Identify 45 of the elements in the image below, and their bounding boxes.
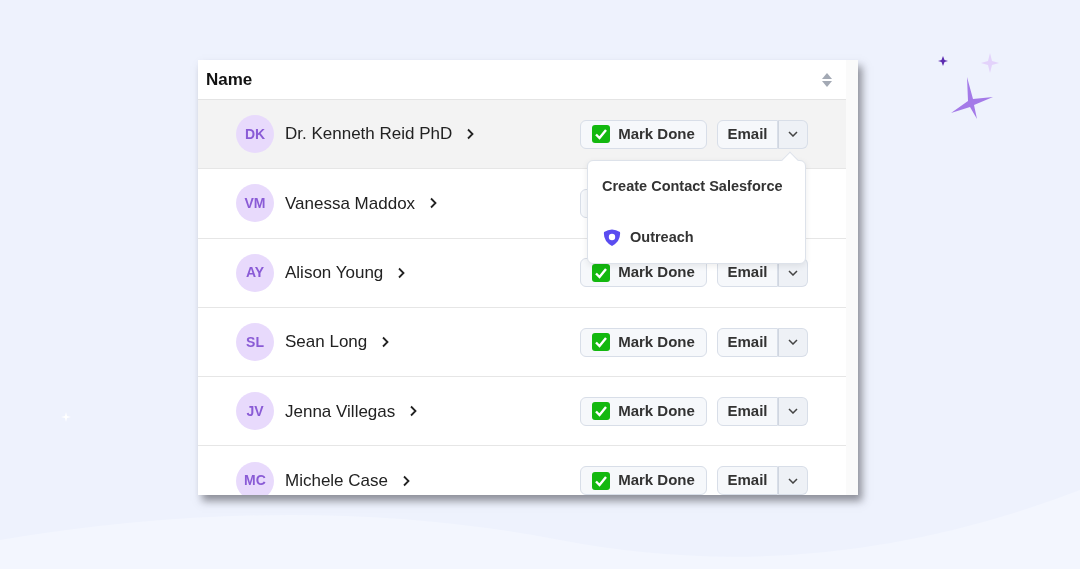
dropdown-toggle-button[interactable] bbox=[778, 396, 808, 426]
chevron-right-icon[interactable] bbox=[409, 405, 418, 418]
email-button[interactable]: Email bbox=[717, 466, 778, 495]
caret-icon bbox=[788, 339, 798, 346]
caret-icon bbox=[788, 477, 798, 484]
avatar: SL bbox=[236, 323, 274, 362]
contact-name[interactable]: Alison Young bbox=[285, 260, 384, 286]
mark-done-button[interactable]: Mark Done bbox=[580, 466, 707, 495]
checkmark-icon bbox=[592, 402, 611, 421]
chevron-right-icon[interactable] bbox=[466, 128, 475, 141]
mark-done-button[interactable]: Mark Done bbox=[580, 119, 707, 149]
mark-done-button[interactable]: Mark Done bbox=[580, 396, 707, 426]
avatar: AY bbox=[236, 253, 274, 292]
checkmark-icon bbox=[592, 333, 611, 352]
checkmark-icon bbox=[592, 125, 611, 144]
contact-name[interactable]: Vanessa Maddox bbox=[285, 190, 416, 217]
avatar: JV bbox=[236, 392, 274, 431]
email-button[interactable]: Email bbox=[717, 396, 778, 426]
chevron-right-icon[interactable] bbox=[429, 197, 438, 210]
caret-icon bbox=[788, 131, 798, 138]
table-row[interactable]: SL Sean Long Mark Done Email bbox=[198, 307, 846, 378]
avatar: MC bbox=[236, 461, 274, 495]
dropdown-toggle-button[interactable] bbox=[778, 327, 808, 357]
table-row[interactable]: DK Dr. Kenneth Reid PhD Mark Done Email bbox=[198, 100, 846, 170]
shield-icon bbox=[602, 228, 622, 247]
dropdown-toggle-button[interactable] bbox=[778, 466, 808, 495]
contact-name[interactable]: Michele Case bbox=[285, 467, 388, 494]
email-button[interactable]: Email bbox=[717, 327, 778, 357]
email-button[interactable]: Email bbox=[717, 119, 778, 149]
avatar: DK bbox=[236, 115, 274, 154]
table-row[interactable]: MC Michele Case Mark Done Email bbox=[198, 446, 846, 495]
chevron-right-icon[interactable] bbox=[397, 266, 406, 279]
dropdown-toggle-button[interactable] bbox=[778, 119, 808, 149]
contact-name[interactable]: Sean Long bbox=[285, 329, 368, 355]
checkmark-icon bbox=[592, 471, 611, 490]
chevron-right-icon[interactable] bbox=[381, 336, 390, 349]
contact-name[interactable]: Jenna Villegas bbox=[285, 398, 396, 425]
caret-icon bbox=[788, 269, 798, 276]
table-row[interactable]: JV Jenna Villegas Mark Done Email bbox=[198, 377, 846, 447]
chevron-right-icon[interactable] bbox=[402, 474, 410, 487]
column-header: Name bbox=[206, 68, 253, 91]
mark-done-button[interactable]: Mark Done bbox=[580, 327, 707, 357]
contact-name[interactable]: Dr. Kenneth Reid PhD bbox=[285, 121, 453, 147]
caret-icon bbox=[788, 408, 798, 415]
avatar: VM bbox=[236, 184, 274, 223]
